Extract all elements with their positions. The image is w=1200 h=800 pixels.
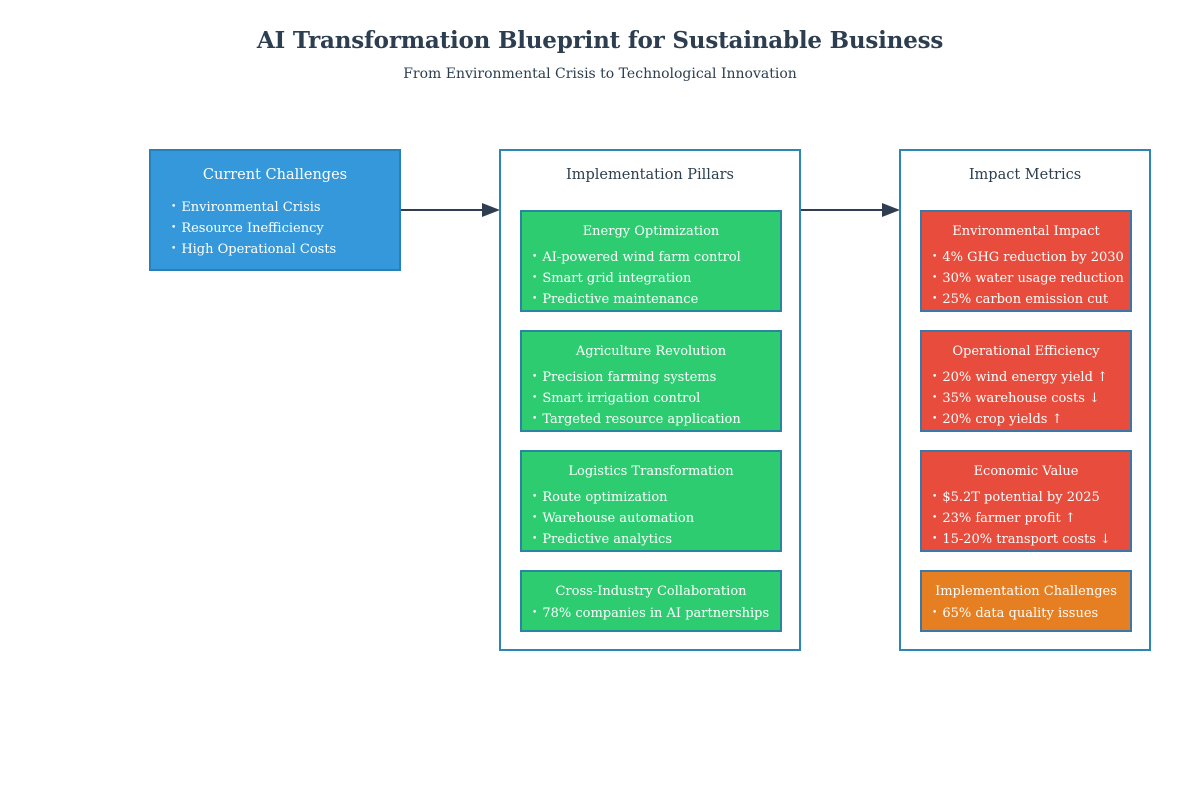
pillar-card-collaboration: Cross-Industry Collaboration 78% compani…	[520, 570, 782, 632]
pillar-item: Predictive analytics	[532, 529, 694, 550]
metric-card-economic: Economic Value $5.2T potential by 2025 2…	[920, 450, 1132, 552]
metric-item: 35% warehouse costs ↓	[932, 388, 1108, 409]
pillar-card-list: 78% companies in AI partnerships	[532, 603, 769, 624]
pillar-card-title: Agriculture Revolution	[575, 344, 727, 359]
metric-card-implementation-challenges: Implementation Challenges 65% data quali…	[920, 570, 1132, 632]
challenge-item: Environmental Crisis	[171, 197, 336, 218]
pillar-card-list: AI-powered wind farm control Smart grid …	[532, 247, 741, 310]
metric-item: 20% crop yields ↑	[932, 409, 1108, 430]
metric-card-title: Environmental Impact	[952, 224, 1100, 239]
challenge-item: High Operational Costs	[171, 239, 336, 260]
metric-card-list: $5.2T potential by 2025 23% farmer profi…	[932, 487, 1111, 550]
metric-item: 30% water usage reduction	[932, 268, 1124, 289]
diagram-subtitle: From Environmental Crisis to Technologic…	[403, 66, 797, 82]
metric-item: $5.2T potential by 2025	[932, 487, 1111, 508]
implementation-pillars-box: Implementation Pillars Energy Optimizati…	[499, 149, 801, 651]
current-challenges-title: Current Challenges	[202, 167, 348, 183]
pillar-item: Route optimization	[532, 487, 694, 508]
pillar-item: Smart irrigation control	[532, 388, 741, 409]
metric-item: 15-20% transport costs ↓	[932, 529, 1111, 550]
metric-item: 65% data quality issues	[932, 603, 1098, 624]
metric-item: 25% carbon emission cut	[932, 289, 1124, 310]
pillar-item: Targeted resource application	[532, 409, 740, 430]
pillar-card-agriculture: Agriculture Revolution Precision farming…	[520, 330, 782, 432]
arrow-pillars-to-metrics	[801, 203, 900, 217]
pillar-card-title: Energy Optimization	[582, 224, 720, 239]
metric-item: 23% farmer profit ↑	[932, 508, 1111, 529]
metric-card-list: 20% wind energy yield ↑ 35% warehouse co…	[932, 367, 1108, 430]
pillar-card-list: Route optimization Warehouse automation …	[532, 487, 694, 550]
challenge-item: Resource Inefficiency	[171, 218, 336, 239]
impact-metrics-title: Impact Metrics	[968, 167, 1082, 183]
metric-card-title: Implementation Challenges	[935, 584, 1117, 599]
impact-metrics-box: Impact Metrics Environmental Impact 4% G…	[899, 149, 1151, 651]
pillar-item: AI-powered wind farm control	[532, 247, 741, 268]
pillar-card-list: Precision farming systems Smart irrigati…	[532, 367, 741, 430]
pillar-item: Precision farming systems	[532, 367, 741, 388]
metric-card-list: 65% data quality issues	[932, 603, 1098, 624]
arrow-challenges-to-pillars	[401, 203, 500, 217]
pillar-card-logistics: Logistics Transformation Route optimizat…	[520, 450, 782, 552]
metric-item: 4% GHG reduction by 2030	[932, 247, 1124, 268]
pillar-item: Smart grid integration	[532, 268, 741, 289]
metric-card-title: Operational Efficiency	[952, 344, 1100, 359]
current-challenges-list: Environmental Crisis Resource Inefficien…	[171, 197, 336, 260]
metric-card-operational: Operational Efficiency 20% wind energy y…	[920, 330, 1132, 432]
pillar-card-title: Logistics Transformation	[568, 464, 734, 479]
pillar-item: Warehouse automation	[532, 508, 694, 529]
pillar-card-energy: Energy Optimization AI-powered wind farm…	[520, 210, 782, 312]
current-challenges-box: Current Challenges Environmental Crisis …	[149, 149, 401, 271]
implementation-pillars-title: Implementation Pillars	[566, 167, 734, 183]
metric-card-title: Economic Value	[973, 464, 1079, 479]
metric-card-list: 4% GHG reduction by 2030 30% water usage…	[932, 247, 1124, 310]
metric-item: 20% wind energy yield ↑	[932, 367, 1108, 388]
metric-card-environmental: Environmental Impact 4% GHG reduction by…	[920, 210, 1132, 312]
pillar-card-title: Cross-Industry Collaboration	[555, 584, 747, 599]
pillar-item: Predictive maintenance	[532, 289, 741, 310]
diagram-title: AI Transformation Blueprint for Sustaina…	[256, 27, 944, 54]
pillar-item: 78% companies in AI partnerships	[532, 603, 769, 624]
